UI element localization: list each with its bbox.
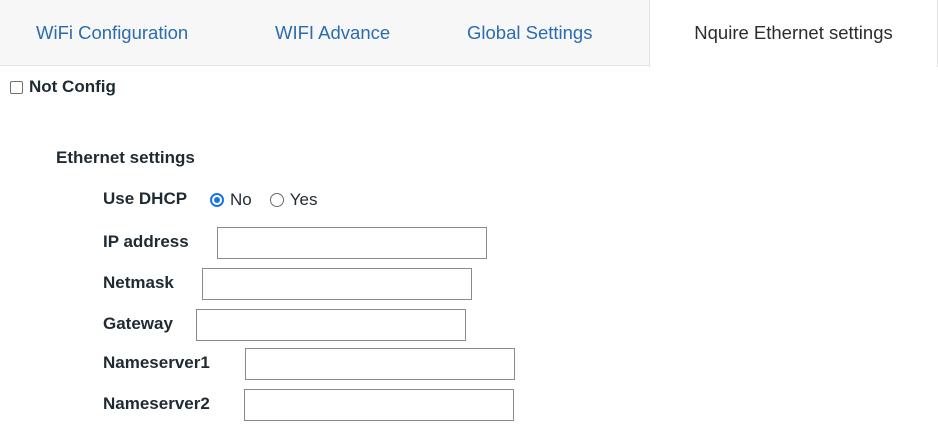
use-dhcp-label: Use DHCP xyxy=(103,189,188,208)
dhcp-yes-label[interactable]: Yes xyxy=(290,190,318,210)
not-config-label: Not Config xyxy=(29,77,116,96)
tab-bar: WiFi Configuration WIFI Advance Global S… xyxy=(0,0,938,67)
nameserver1-label: Nameserver1 xyxy=(103,353,210,372)
dhcp-no-label[interactable]: No xyxy=(230,190,252,210)
netmask-label: Netmask xyxy=(103,273,174,292)
ip-address-label: IP address xyxy=(103,232,189,251)
not-config-row[interactable]: Not Config xyxy=(10,76,116,98)
gateway-input[interactable] xyxy=(196,309,466,341)
dhcp-yes-radio[interactable] xyxy=(269,193,284,207)
ethernet-settings-heading: Ethernet settings xyxy=(56,148,195,167)
nameserver1-input[interactable] xyxy=(245,348,515,380)
tab-wifi-advance[interactable]: WIFI Advance xyxy=(275,0,390,66)
dhcp-no-radio[interactable] xyxy=(210,193,224,207)
ip-address-input[interactable] xyxy=(217,227,487,259)
tab-wifi-configuration[interactable]: WiFi Configuration xyxy=(36,0,188,66)
nameserver2-input[interactable] xyxy=(244,389,514,421)
netmask-input[interactable] xyxy=(202,268,472,300)
tab-global-settings[interactable]: Global Settings xyxy=(467,0,592,66)
use-dhcp-radio-group: No Yes xyxy=(210,189,335,211)
not-config-checkbox[interactable] xyxy=(10,80,23,94)
nameserver2-label: Nameserver2 xyxy=(103,394,210,413)
tab-nquire-ethernet-settings[interactable]: Nquire Ethernet settings xyxy=(649,0,938,67)
gateway-label: Gateway xyxy=(103,314,173,333)
